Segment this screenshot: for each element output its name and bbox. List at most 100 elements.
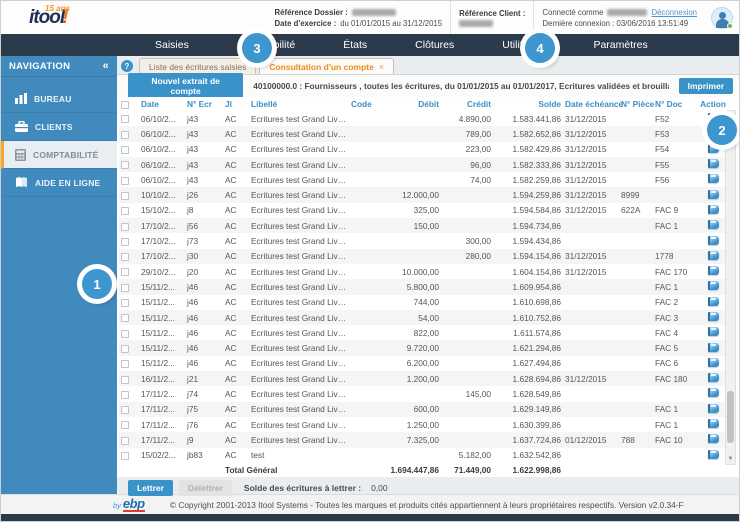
- view-entry-book-icon[interactable]: [707, 143, 719, 153]
- table-row[interactable]: 06/10/2... j43 AC Ecritures test Grand Livr…: [119, 111, 729, 126]
- user-avatar[interactable]: [711, 6, 733, 29]
- sidebar-collapse-icon[interactable]: «: [103, 60, 109, 72]
- row-checkbox[interactable]: [121, 222, 129, 231]
- table-row[interactable]: 06/10/2... j43 AC Ecritures test Grand Livr…: [119, 156, 729, 173]
- row-checkbox[interactable]: [121, 344, 129, 353]
- col-credit[interactable]: Crédit: [441, 97, 493, 111]
- scroll-down-arrow[interactable]: ▼: [726, 454, 735, 464]
- row-checkbox[interactable]: [121, 375, 129, 384]
- row-checkbox[interactable]: [121, 436, 129, 445]
- view-entry-book-icon[interactable]: [707, 449, 719, 459]
- table-row[interactable]: 15/10/2... j8 AC Ecritures test Grand Livre…: [119, 203, 729, 218]
- menu-clotures[interactable]: Clôtures: [391, 39, 478, 51]
- sidebar-item-bureau[interactable]: BUREAU: [1, 85, 117, 113]
- row-checkbox[interactable]: [121, 314, 129, 323]
- table-row[interactable]: 15/11/2... j46 AC Ecritures test Grand Livr…: [119, 295, 729, 310]
- view-entry-book-icon[interactable]: [707, 373, 719, 383]
- scrollbar-thumb[interactable]: [727, 391, 734, 443]
- view-entry-book-icon[interactable]: [707, 174, 719, 184]
- table-row[interactable]: 06/10/2... j43 AC Ecritures test Grand Livr…: [119, 172, 729, 187]
- col-code[interactable]: Code: [349, 97, 379, 111]
- view-entry-book-icon[interactable]: [707, 204, 719, 214]
- col-libelle[interactable]: Libellé: [249, 97, 349, 111]
- view-entry-book-icon[interactable]: [707, 281, 719, 291]
- view-entry-book-icon[interactable]: [707, 327, 719, 337]
- tab-liste-ecritures[interactable]: Liste des écritures saisies: [139, 58, 257, 74]
- row-checkbox[interactable]: [121, 421, 129, 430]
- row-checkbox[interactable]: [121, 146, 129, 155]
- logout-link[interactable]: Déconnexion: [651, 8, 697, 17]
- table-row[interactable]: 17/10/2... j30 AC Ecritures test Grand Livr…: [119, 248, 729, 264]
- row-checkbox[interactable]: [121, 207, 129, 216]
- col-debit[interactable]: Débit: [379, 97, 441, 111]
- col-echeance[interactable]: Date échéance: [563, 97, 623, 111]
- row-checkbox[interactable]: [121, 253, 129, 262]
- print-button[interactable]: Imprimer: [678, 78, 733, 94]
- row-checkbox[interactable]: [121, 406, 129, 415]
- view-entry-book-icon[interactable]: [707, 296, 719, 306]
- table-row[interactable]: 15/11/2... j46 AC Ecritures test Grand Livr…: [119, 340, 729, 356]
- row-checkbox[interactable]: [121, 390, 129, 399]
- menu-utilitaires[interactable]: Utilitaires: [478, 39, 569, 51]
- col-jl[interactable]: Jl: [223, 97, 249, 111]
- table-row[interactable]: 15/02/2... jb83 AC test 5.182,00 1.632.542,86: [119, 448, 729, 463]
- table-row[interactable]: 17/11/2... j75 AC Ecritures test Grand Livr…: [119, 401, 729, 417]
- row-checkbox[interactable]: [121, 191, 129, 200]
- row-checkbox[interactable]: [121, 176, 129, 185]
- table-row[interactable]: 06/10/2... j43 AC Ecritures test Grand Livr…: [119, 126, 729, 142]
- col-necr[interactable]: N° Ecr: [185, 97, 223, 111]
- row-checkbox[interactable]: [121, 283, 129, 292]
- view-entry-book-icon[interactable]: [707, 159, 719, 169]
- view-entry-book-icon[interactable]: [707, 266, 719, 276]
- table-row[interactable]: 16/11/2... j21 AC Ecritures test Grand Livr…: [119, 371, 729, 387]
- row-checkbox[interactable]: [121, 299, 129, 308]
- view-entry-book-icon[interactable]: [707, 235, 719, 245]
- row-checkbox[interactable]: [121, 360, 129, 369]
- col-solde[interactable]: Solde: [493, 97, 563, 111]
- table-row[interactable]: 29/10/2... j20 AC Ecritures test Grand Livr…: [119, 264, 729, 279]
- new-extract-button[interactable]: Nouvel extrait de compte: [128, 73, 244, 99]
- table-row[interactable]: 17/10/2... j56 AC Ecritures test Grand Livr…: [119, 218, 729, 234]
- row-checkbox[interactable]: [121, 161, 129, 170]
- table-row[interactable]: 06/10/2... j43 AC Ecritures test Grand Livr…: [119, 142, 729, 157]
- table-row[interactable]: 15/11/2... j46 AC Ecritures test Grand Livr…: [119, 279, 729, 295]
- view-entry-book-icon[interactable]: [707, 403, 719, 413]
- table-row[interactable]: 15/11/2... j46 AC Ecritures test Grand Livr…: [119, 356, 729, 371]
- row-checkbox[interactable]: [121, 237, 129, 246]
- view-entry-book-icon[interactable]: [707, 189, 719, 199]
- row-checkbox[interactable]: [121, 451, 129, 460]
- sidebar-item-clients[interactable]: CLIENTS: [1, 113, 117, 141]
- view-entry-book-icon[interactable]: [707, 312, 719, 321]
- vertical-scrollbar[interactable]: ▲ ▼: [725, 110, 736, 465]
- table-row[interactable]: 17/11/2... j76 AC Ecritures test Grand Livr…: [119, 417, 729, 432]
- table-row[interactable]: 15/11/2... j46 AC Ecritures test Grand Livr…: [119, 309, 729, 326]
- table-row[interactable]: 10/10/2... j26 AC Ecritures test Grand Livr…: [119, 187, 729, 203]
- menu-parametres[interactable]: Paramètres: [569, 39, 671, 51]
- tab-consultation-compte[interactable]: Consultation d'un compte ×: [259, 58, 395, 74]
- view-entry-book-icon[interactable]: [707, 434, 719, 444]
- delettrer-button[interactable]: Délettrer: [178, 479, 232, 496]
- row-checkbox[interactable]: [121, 130, 129, 139]
- lettrer-button[interactable]: Lettrer: [128, 479, 173, 496]
- table-row[interactable]: 17/11/2... j74 AC Ecritures test Grand Livr…: [119, 386, 729, 401]
- help-icon[interactable]: ?: [121, 60, 133, 72]
- view-entry-book-icon[interactable]: [707, 357, 719, 367]
- sidebar-item-comptabilite[interactable]: COMPTABILITÉ: [1, 141, 117, 169]
- row-checkbox[interactable]: [121, 329, 129, 338]
- view-entry-book-icon[interactable]: [707, 342, 719, 352]
- col-date[interactable]: Date: [139, 97, 185, 111]
- table-row[interactable]: 17/11/2... j9 AC Ecritures test Grand Livre…: [119, 432, 729, 448]
- col-piece[interactable]: N° Pièce: [619, 97, 654, 111]
- col-doc[interactable]: N° Doc: [653, 97, 697, 111]
- table-row[interactable]: 15/11/2... j46 AC Ecritures test Grand Livr…: [119, 325, 729, 340]
- select-all-checkbox[interactable]: [121, 100, 129, 109]
- row-checkbox[interactable]: [121, 268, 129, 277]
- view-entry-book-icon[interactable]: [707, 250, 719, 260]
- view-entry-book-icon[interactable]: [707, 388, 719, 398]
- view-entry-book-icon[interactable]: [707, 220, 719, 230]
- table-row[interactable]: 17/10/2... j73 AC Ecritures test Grand Livr…: [119, 233, 729, 248]
- menu-etats[interactable]: États: [319, 39, 391, 51]
- view-entry-book-icon[interactable]: [707, 419, 719, 429]
- tab-close-icon[interactable]: ×: [379, 62, 384, 72]
- menu-saisies[interactable]: Saisies: [131, 39, 213, 51]
